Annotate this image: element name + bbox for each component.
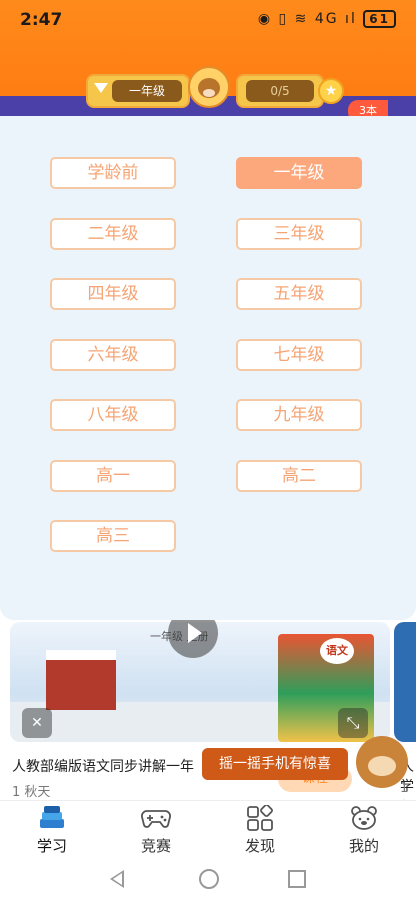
grade-option[interactable]: 一年级 bbox=[236, 157, 362, 189]
video-author: 1 秋天 bbox=[12, 785, 51, 800]
tab-label: 学习 bbox=[36, 837, 67, 855]
side-video-card[interactable] bbox=[394, 622, 416, 742]
grade-option[interactable]: 二年级 bbox=[50, 218, 176, 250]
grade-option[interactable]: 九年级 bbox=[236, 399, 362, 431]
tab-contest[interactable]: 竞赛 bbox=[104, 801, 208, 859]
status-bar: 2:47 ◉ ▯ ≋ 4G ıl 61 bbox=[0, 0, 416, 40]
tab-study[interactable]: 学习 bbox=[0, 801, 104, 859]
grid-diamond-icon bbox=[247, 805, 273, 831]
tab-label: 发现 bbox=[244, 837, 275, 855]
grade-selector-label: 一年级 bbox=[112, 80, 182, 102]
bear-face-icon bbox=[351, 806, 377, 830]
grade-option[interactable]: 高一 bbox=[50, 460, 176, 492]
fullscreen-icon[interactable]: ⤡ bbox=[338, 708, 368, 738]
grade-option[interactable]: 六年级 bbox=[50, 339, 176, 371]
tab-label: 我的 bbox=[348, 837, 379, 855]
progress-indicator: 0/5 bbox=[236, 74, 324, 108]
grade-selector[interactable]: 一年级 bbox=[86, 74, 190, 108]
shake-promo-banner[interactable]: 摇一摇手机有惊喜 bbox=[202, 748, 348, 780]
battery-icon: 61 bbox=[363, 10, 396, 28]
home-icon[interactable] bbox=[199, 869, 219, 889]
grade-option[interactable]: 学龄前 bbox=[50, 157, 176, 189]
tab-mine[interactable]: 我的 bbox=[312, 801, 416, 859]
status-indicators: ◉ ▯ ≋ 4G ıl bbox=[257, 11, 357, 27]
grade-option[interactable]: 七年级 bbox=[236, 339, 362, 371]
star-icon[interactable]: ★ bbox=[318, 78, 344, 104]
grade-dropdown-panel: 学龄前 一年级二年级 三年级四年级 五年级六年级 七年级八年级 九年级高一 高二高三 bbox=[0, 116, 416, 620]
bear-mascot-icon[interactable] bbox=[356, 736, 408, 788]
video-title[interactable]: 人教部编版语文同步讲解一年 bbox=[12, 756, 194, 776]
grade-option[interactable]: 八年级 bbox=[50, 399, 176, 431]
tab-label: 竞赛 bbox=[140, 837, 171, 855]
progress-label: 0/5 bbox=[246, 80, 314, 102]
mute-icon[interactable]: ✕ bbox=[22, 708, 52, 738]
chevron-down-icon bbox=[94, 83, 108, 93]
grade-option[interactable]: 四年级 bbox=[50, 278, 176, 310]
back-icon[interactable] bbox=[110, 870, 124, 888]
grade-option[interactable]: 三年级 bbox=[236, 218, 362, 250]
bottom-tab-bar: 学习 竞赛 发现 我的 bbox=[0, 800, 416, 859]
status-icons: ◉ ▯ ≋ 4G ıl 61 bbox=[258, 10, 396, 28]
gamepad-icon bbox=[141, 810, 171, 828]
system-nav-bar bbox=[0, 858, 416, 900]
textbook-tag: 语文 bbox=[320, 638, 354, 664]
video-house bbox=[46, 650, 116, 710]
tab-discover[interactable]: 发现 bbox=[208, 801, 312, 859]
book-stack-icon bbox=[40, 806, 64, 828]
status-time: 2:47 bbox=[20, 10, 63, 30]
grade-option[interactable]: 高三 bbox=[50, 520, 176, 552]
recent-apps-icon[interactable] bbox=[288, 870, 306, 888]
bear-avatar[interactable] bbox=[188, 66, 230, 108]
grade-option[interactable]: 五年级 bbox=[236, 278, 362, 310]
grade-option[interactable]: 高二 bbox=[236, 460, 362, 492]
